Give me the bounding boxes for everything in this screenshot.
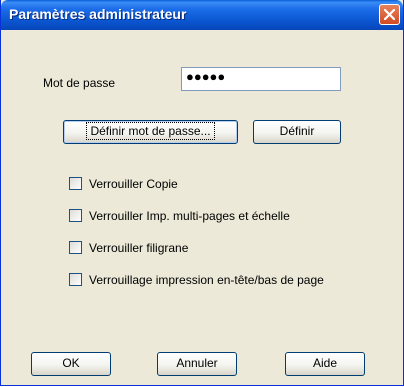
checkbox-box[interactable] xyxy=(69,177,82,190)
password-label: Mot de passe xyxy=(43,76,116,90)
title-bar[interactable]: Paramètres administrateur xyxy=(1,0,403,30)
close-icon xyxy=(384,9,395,20)
set-password-button[interactable]: Définir mot de passe... xyxy=(63,120,238,144)
window-title: Paramètres administrateur xyxy=(9,6,187,22)
help-button[interactable]: Aide xyxy=(285,352,365,376)
checkbox-label[interactable]: Verrouiller Imp. multi-pages et échelle xyxy=(89,209,290,223)
checkbox-box[interactable] xyxy=(69,209,82,222)
ok-button[interactable]: OK xyxy=(31,352,111,376)
dialog-content: Mot de passe ●●●●● Définir mot de passe.… xyxy=(5,30,399,380)
close-button[interactable] xyxy=(379,4,400,25)
checkbox-box[interactable] xyxy=(69,241,82,254)
set-button[interactable]: Définir xyxy=(253,120,341,144)
cancel-button[interactable]: Annuler xyxy=(157,352,237,376)
set-password-button-label: Définir mot de passe... xyxy=(86,122,215,140)
password-field[interactable]: ●●●●● xyxy=(181,67,341,91)
checkbox-label[interactable]: Verrouillage impression en-tête/bas de p… xyxy=(89,273,324,287)
checkbox-label[interactable]: Verrouiller filigrane xyxy=(89,241,188,255)
checkbox-box[interactable] xyxy=(69,273,82,286)
dialog-window: Paramètres administrateur Mot de passe ●… xyxy=(0,0,404,386)
checkbox-label[interactable]: Verrouiller Copie xyxy=(89,177,178,191)
